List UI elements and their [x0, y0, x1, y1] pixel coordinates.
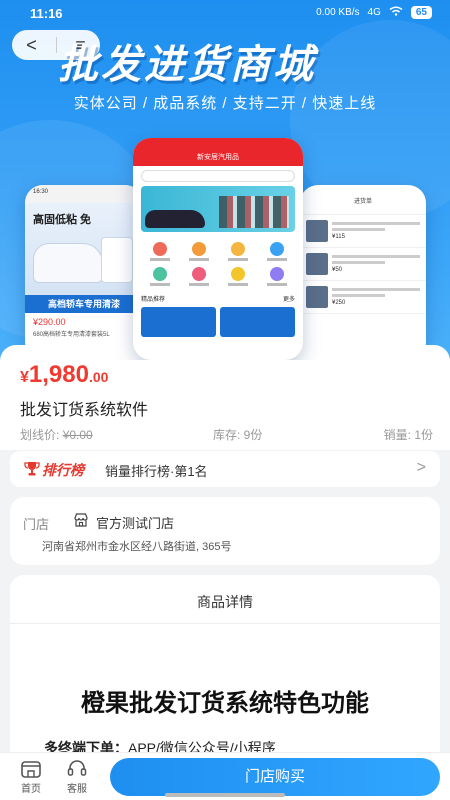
back-button[interactable]: <	[17, 30, 47, 60]
mock-band: 高档轿车专用清漆	[25, 295, 143, 313]
tab-home[interactable]: 首页	[11, 759, 51, 795]
price-integer: 1,980	[28, 361, 89, 388]
stock-count: 库存: 9份	[213, 428, 263, 442]
bottom-bar: 首页 客服 门店购买	[0, 752, 450, 800]
sales-count: 销量: 1份	[383, 428, 433, 442]
banner-subtitle: 实体公司 / 成品系统 / 支持二开 / 快速上线	[73, 95, 377, 112]
mock-category	[219, 267, 256, 286]
battery-indicator: 65	[410, 6, 432, 19]
goods-image	[219, 196, 289, 228]
mock-cart-item: ¥50	[300, 248, 426, 281]
mock-card	[220, 307, 295, 337]
phone-mockup-right: 进货单 ¥115 ¥50 ¥250	[300, 185, 426, 360]
tab-service[interactable]: 客服	[57, 759, 97, 795]
banner: 11:16 0.00 KB/s 4G 65 < ≡ 批发进货商城 实体公司 / …	[0, 0, 450, 360]
home-indicator	[165, 793, 285, 797]
original-price-label: 划线价:	[20, 428, 60, 442]
home-icon	[11, 759, 51, 779]
mock-category	[258, 242, 295, 261]
store-buy-button[interactable]: 门店购买	[110, 758, 440, 796]
phone-mockup-center: 新安居汽用品 精品推荐 更多	[133, 138, 303, 360]
tab-home-label: 首页	[21, 784, 41, 795]
mock-cart-price: ¥50	[332, 267, 343, 273]
headset-icon	[57, 759, 97, 779]
mock-search	[141, 170, 295, 182]
phone-mockup-left: 16:30 高固低粘 免 高档轿车专用清漆 ¥290.00 680高档轿车专用清…	[25, 185, 143, 360]
mock-promo-banner	[141, 186, 295, 232]
product-name: 批发订货系统软件	[20, 402, 149, 419]
store-card[interactable]: 门店 官方测试门店 河南省郑州市金水区经八路街道, 365号	[10, 497, 440, 565]
mock-cards	[133, 305, 303, 339]
mock-category	[141, 267, 178, 286]
mock-section: 精品推荐 更多	[133, 292, 303, 305]
nav-divider	[55, 37, 57, 53]
detail-heading: 橙果批发订货系统特色功能	[81, 690, 369, 717]
chevron-right-icon: >	[416, 459, 426, 476]
mock-headline: 高固低粘 免	[33, 214, 92, 226]
price-currency: ¥	[20, 369, 29, 386]
mock-thumb	[306, 220, 328, 242]
original-price: 划线价: ¥0.00	[20, 426, 93, 443]
network-type: 4G	[367, 7, 381, 18]
status-bar: 11:16 0.00 KB/s 4G 65	[0, 0, 450, 28]
wifi-icon	[389, 6, 403, 19]
mock-cart-price: ¥115	[332, 234, 345, 240]
banner-title: 批发进货商城	[58, 43, 316, 87]
divider	[10, 623, 440, 624]
mock-category	[141, 242, 178, 261]
detail-section-title: 商品详情	[197, 594, 253, 610]
price-decimal: .00	[88, 369, 109, 385]
original-price-value: ¥0.00	[62, 428, 93, 442]
paint-can-image	[101, 237, 133, 283]
mock-hero: 高固低粘 免 高档轿车专用清漆	[25, 203, 143, 313]
ranking-brand: 排行榜	[42, 462, 84, 478]
store-icon	[73, 512, 89, 528]
mock-section-title: 精品推荐	[141, 297, 166, 303]
mock-desc: 680高档轿车专用清漆套装5L	[33, 332, 110, 338]
price-card: ¥1,980.00 批发订货系统软件 划线价: ¥0.00 库存: 9份 销量:…	[0, 345, 450, 450]
car-image	[145, 210, 205, 228]
mock-category	[180, 242, 217, 261]
mock-cart-item: ¥115	[300, 215, 426, 248]
mock-status-time: 16:30	[25, 185, 143, 203]
product-price: ¥1,980.00	[20, 361, 108, 389]
mock-category	[219, 242, 256, 261]
car-image	[33, 243, 103, 283]
ranking-text: 销量排行榜·第1名	[105, 464, 208, 479]
mock-price: ¥290.00	[33, 317, 66, 327]
mock-store-header: 新安居汽用品	[133, 138, 303, 166]
tab-service-label: 客服	[67, 784, 87, 795]
mock-cart-price: ¥250	[332, 300, 346, 306]
trophy-icon	[24, 461, 40, 477]
ranking-row[interactable]: 排行榜 销量排行榜·第1名 >	[10, 451, 440, 487]
mock-category	[180, 267, 217, 286]
mock-card	[141, 307, 216, 337]
mock-cart-item: ¥250	[300, 281, 426, 314]
mock-category-grid	[133, 236, 303, 292]
store-label: 门店	[23, 517, 50, 532]
mock-category	[258, 267, 295, 286]
status-time: 11:16	[30, 6, 63, 21]
status-indicators: 0.00 KB/s 4G 65	[316, 6, 432, 19]
mock-thumb	[306, 253, 328, 275]
network-speed: 0.00 KB/s	[316, 7, 360, 18]
store-name: 官方测试门店	[96, 516, 175, 531]
store-address: 河南省郑州市金水区经八路街道, 365号	[42, 541, 232, 553]
mock-more: 更多	[282, 297, 295, 303]
mock-thumb	[306, 286, 328, 308]
mock-cart-header: 进货单	[300, 185, 426, 215]
